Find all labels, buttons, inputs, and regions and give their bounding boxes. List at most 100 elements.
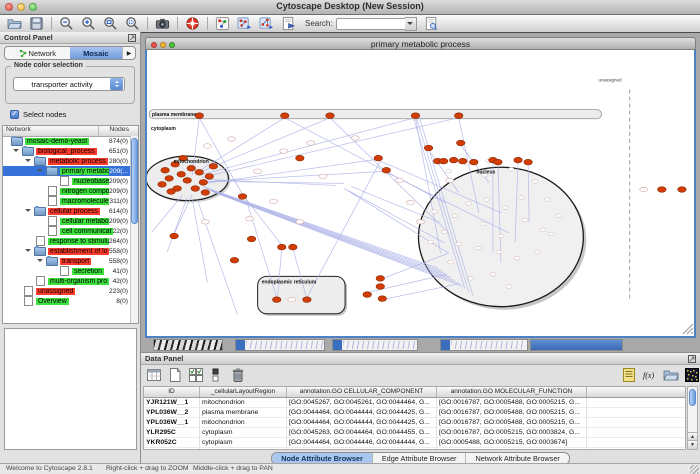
search-index-icon[interactable] bbox=[424, 16, 439, 31]
unselect-attributes-icon[interactable] bbox=[209, 367, 225, 383]
tree-row-label: multi-organism pro bbox=[48, 278, 109, 285]
minimized-network-thumbnail[interactable] bbox=[530, 339, 623, 351]
zoom-out-icon[interactable] bbox=[59, 16, 74, 31]
table-scrollbar-thumb[interactable] bbox=[689, 389, 696, 406]
tab-network-label: Network bbox=[29, 49, 57, 58]
tree-row[interactable]: mosaic-demo-yeast874(0) bbox=[3, 136, 130, 146]
tree-row[interactable]: cellular metabo209(0) bbox=[3, 216, 130, 226]
float-panel-icon[interactable] bbox=[128, 34, 136, 42]
table-row[interactable]: YDR039C__1mitochondrion[GO:0044464, GO:0… bbox=[144, 448, 685, 450]
status-welcome-text: Welcome to Cytoscape 2.8.1 bbox=[6, 465, 93, 472]
snapshot-camera-icon[interactable] bbox=[155, 16, 170, 31]
scroll-down-icon[interactable]: ▼ bbox=[688, 440, 697, 449]
tab-mosaic[interactable]: Mosaic bbox=[70, 47, 122, 59]
new-attribute-icon[interactable] bbox=[167, 367, 183, 383]
network-graph[interactable]: plasma membranecytoplasmmitochondrionnuc… bbox=[147, 50, 694, 336]
open-file-icon[interactable] bbox=[7, 16, 22, 31]
network-window-titlebar[interactable]: primary metabolic process bbox=[145, 37, 696, 50]
expand-arrow-icon[interactable] bbox=[37, 259, 43, 265]
select-attributes-icon[interactable] bbox=[188, 367, 204, 383]
column-header[interactable]: _cellularLayoutRegion bbox=[200, 387, 287, 397]
expand-arrow-icon[interactable] bbox=[25, 209, 31, 215]
column-header[interactable]: ID bbox=[144, 387, 200, 397]
table-row[interactable]: YJR121W__1mitochondrion[GO:0045267, GO:0… bbox=[144, 398, 685, 408]
tree-row[interactable]: multi-organism pro42(0) bbox=[3, 276, 130, 286]
save-session-icon[interactable] bbox=[29, 16, 44, 31]
float-panel-icon[interactable] bbox=[688, 355, 696, 363]
tree-row-count: 651(0) bbox=[109, 148, 130, 155]
zoom-fit-icon[interactable] bbox=[125, 16, 140, 31]
column-header[interactable]: annotation.GO MOLECULAR_FUNCTION bbox=[437, 387, 587, 397]
network-folder-icon bbox=[46, 167, 58, 176]
data-panel-header[interactable]: Data Panel bbox=[141, 353, 700, 365]
zoom-in-icon[interactable] bbox=[81, 16, 96, 31]
tree-scrollbar[interactable] bbox=[130, 136, 138, 323]
tree-row[interactable]: nucleobase-209(0) bbox=[3, 176, 130, 186]
window-title: Cytoscape Desktop (New Session) bbox=[0, 1, 700, 11]
tree-row[interactable]: cellular process614(0) bbox=[3, 206, 130, 216]
minimized-network-thumbnail[interactable] bbox=[440, 339, 528, 351]
tree-row[interactable]: Overview8(0) bbox=[3, 296, 130, 306]
tree-row-label: mosaic-demo-yeast bbox=[25, 138, 89, 145]
tree-row[interactable]: primary metabo209(... bbox=[3, 166, 130, 176]
tree-row-count: 558(0) bbox=[109, 248, 130, 255]
tree-row[interactable]: metabolic process280(0) bbox=[3, 156, 130, 166]
formula-fx-icon[interactable]: f(x) bbox=[642, 367, 658, 383]
minimized-network-thumbnail[interactable] bbox=[235, 339, 325, 351]
birdseye-view-panel[interactable] bbox=[4, 328, 137, 450]
select-nodes-row: Select nodes bbox=[10, 110, 66, 119]
expand-arrow-icon[interactable] bbox=[25, 159, 31, 165]
tree-scrollbar-thumb[interactable] bbox=[131, 138, 138, 224]
delete-attribute-trash-icon[interactable] bbox=[230, 367, 246, 383]
network-canvas[interactable]: plasma membranecytoplasmmitochondrionnuc… bbox=[145, 50, 696, 338]
tree-row[interactable]: transport558(0) bbox=[3, 256, 130, 266]
tree-column-network[interactable]: Network bbox=[3, 126, 99, 136]
network-folder-icon bbox=[34, 157, 46, 166]
zoom-selected-icon[interactable] bbox=[103, 16, 118, 31]
select-nodes-label: Select nodes bbox=[23, 110, 66, 119]
tree-row[interactable]: biological_process651(0) bbox=[3, 146, 130, 156]
network-folder-icon bbox=[34, 207, 46, 216]
window-titlebar[interactable]: Cytoscape Desktop (New Session) bbox=[0, 0, 700, 15]
expand-arrow-icon[interactable] bbox=[13, 149, 19, 155]
layout-icon-a[interactable] bbox=[237, 16, 252, 31]
import-attributes-folder-icon[interactable] bbox=[663, 367, 679, 383]
expand-arrow-icon[interactable] bbox=[25, 249, 31, 255]
table-row[interactable]: YPL036W__2plasma membrane[GO:0044464, GO… bbox=[144, 408, 685, 418]
attribute-matrix-icon[interactable] bbox=[684, 367, 700, 383]
search-input[interactable] bbox=[336, 18, 406, 30]
node-color-dropdown[interactable]: transporter activity bbox=[13, 77, 125, 91]
tree-row[interactable]: secretion41(0) bbox=[3, 266, 130, 276]
data-panel-title: Data Panel bbox=[145, 354, 183, 363]
lifering-icon[interactable] bbox=[185, 16, 200, 31]
table-row[interactable]: YLR295Ccytoplasm[GO:0045263, GO:0044464,… bbox=[144, 428, 685, 438]
table-row[interactable]: YKR052Ccytoplasm[GO:0044464, GO:0044446,… bbox=[144, 438, 685, 448]
select-nodes-checkbox[interactable] bbox=[10, 110, 19, 119]
minimized-network-thumbnail[interactable] bbox=[153, 339, 223, 351]
tab-overflow-button[interactable]: ▶ bbox=[122, 47, 135, 59]
annotation-icon[interactable] bbox=[281, 16, 296, 31]
minimized-network-thumbnail[interactable] bbox=[332, 339, 418, 351]
tree-row[interactable]: nitrogen compo209(0) bbox=[3, 186, 130, 196]
search-dropdown-arrow[interactable] bbox=[405, 17, 417, 31]
table-scrollbar[interactable]: ▲ ▼ bbox=[687, 386, 698, 450]
tree-row[interactable]: cell communicat22(0) bbox=[3, 226, 130, 236]
expand-arrow-icon[interactable] bbox=[37, 169, 43, 175]
tree-row[interactable]: response to stimulu264(0) bbox=[3, 236, 130, 246]
attribute-notes-icon[interactable] bbox=[621, 367, 637, 383]
table-row[interactable]: YPL036W__1mitochondrion[GO:0044464, GO:0… bbox=[144, 418, 685, 428]
vizmapper-icon[interactable] bbox=[215, 16, 230, 31]
attribute-table-header[interactable]: ID_cellularLayoutRegionannotation.GO CEL… bbox=[144, 387, 685, 398]
tree-row[interactable]: macromolecule311(0) bbox=[3, 196, 130, 206]
layout-icon-b[interactable] bbox=[259, 16, 274, 31]
column-header[interactable]: annotation.GO CELLULAR_COMPONENT bbox=[287, 387, 437, 397]
table-cell: plasma membrane bbox=[200, 408, 287, 417]
attribute-table-icon[interactable] bbox=[146, 367, 162, 383]
network-file-icon bbox=[36, 276, 45, 286]
tree-row[interactable]: unassigned223(0) bbox=[3, 286, 130, 296]
control-panel-header[interactable]: Control Panel bbox=[0, 32, 140, 44]
tab-network[interactable]: Network bbox=[5, 47, 70, 59]
tree-column-nodes[interactable]: Nodes bbox=[99, 126, 138, 136]
tree-row[interactable]: establishment of lo558(0) bbox=[3, 246, 130, 256]
resize-grip-icon[interactable] bbox=[690, 465, 699, 474]
